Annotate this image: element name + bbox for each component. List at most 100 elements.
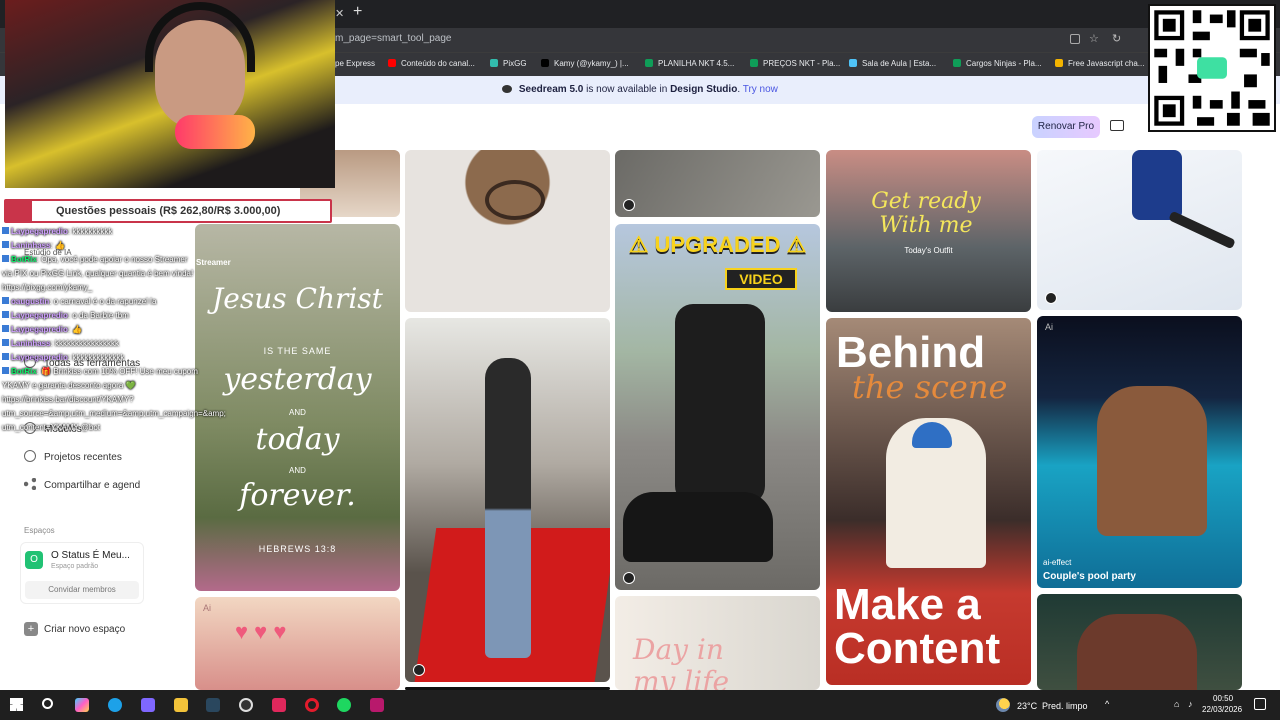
app-streamer-icon[interactable] (370, 698, 384, 712)
chat-message: Laypegapredio: o da Barbie tbm (2, 309, 242, 323)
sidebar-item-streamer[interactable]: Streamer (196, 258, 231, 267)
car-shape (623, 492, 773, 562)
chat-username: Laypegapredio (11, 227, 68, 236)
chat-text: via PIX ou PixGG Link, qualquer quantia … (2, 269, 194, 278)
chat-text: YKAMY e garanta desconto agora 💚 (2, 381, 136, 390)
try-now-link[interactable]: Try now (743, 84, 778, 95)
gallery-tile-floor[interactable] (615, 150, 820, 217)
notification-icon[interactable] (1254, 698, 1266, 710)
goal-progress-fill (6, 201, 32, 221)
chat-text: utm_content=YKAMY @bot (2, 423, 101, 432)
banner-place: Design Studio (670, 84, 738, 95)
hearts-icon: ♥ ♥ ♥ (235, 619, 287, 644)
bookmark-favicon-icon (388, 59, 396, 67)
screen-icon[interactable] (1110, 120, 1124, 131)
gallery-tile-glasses[interactable] (405, 150, 610, 312)
windows-start-icon[interactable] (10, 698, 23, 711)
bookmark-label: Sala de Aula | Esta... (862, 59, 937, 68)
discord-icon[interactable] (141, 698, 155, 712)
bookmark-label: Cargos Ninjas - Pla... (966, 59, 1042, 68)
copilot-icon[interactable] (75, 698, 89, 712)
bookmark-item[interactable]: Free Javascript cha... (1055, 59, 1144, 68)
sidebar-item-label: Compartilhar e agend (44, 480, 141, 491)
obs-icon[interactable] (239, 698, 253, 712)
close-tab-icon[interactable]: ✕ (335, 7, 344, 20)
network-icon[interactable]: ⌂ (1174, 699, 1179, 709)
new-tab-button[interactable]: + (353, 3, 362, 21)
gallery-tile-snow[interactable] (1037, 150, 1242, 310)
play-icon (413, 664, 425, 676)
opera-icon[interactable] (305, 698, 319, 712)
folder-icon[interactable] (174, 698, 188, 712)
reload-icon[interactable]: ↻ (1112, 32, 1121, 45)
gallery-tile-pool[interactable]: Ai ai-effect Couple's pool party (1037, 316, 1242, 588)
edge-icon[interactable] (108, 698, 122, 712)
glasses-shape (485, 180, 545, 220)
chat-username: Laypegapredio (11, 353, 68, 362)
microphone-shape (175, 115, 255, 149)
upgraded-label: UPGRADED (654, 232, 781, 257)
bookmark-favicon-icon (849, 59, 857, 67)
pool-tag: ai-effect (1043, 558, 1072, 567)
play-icon (623, 199, 635, 211)
gallery-tile-outfit[interactable]: Get ready With me Today's Outfit (826, 150, 1031, 312)
spotify-icon[interactable] (337, 698, 351, 712)
gallery-tile-dayinlife[interactable]: Day in my life (615, 596, 820, 690)
chat-badge-icon (2, 367, 9, 374)
chat-message: Laypegapredio: 👍 (2, 323, 242, 337)
bookmark-favicon-icon (541, 59, 549, 67)
bookmark-item[interactable]: PLANILHA NKT 4.5... (645, 59, 734, 68)
behind-l2: the scene (852, 368, 1008, 406)
clock-date[interactable]: 22/03/2026 (1202, 705, 1242, 714)
bookmark-item[interactable]: Cargos Ninjas - Pla... (953, 59, 1042, 68)
gallery-tile-robot[interactable]: ⚠ UPGRADED ⚠ VIDEO (615, 224, 820, 590)
invite-members-button[interactable]: Convidar membros (25, 581, 139, 599)
chat-badge-icon (2, 241, 9, 248)
bookmark-item[interactable]: Kamy (@ykamy_) |... (541, 59, 629, 68)
volume-icon[interactable]: ♪ (1188, 699, 1193, 709)
bookmark-item[interactable]: PixGG (490, 59, 527, 68)
dayin-title: Day in my life (633, 633, 730, 691)
ai-badge: Ai (203, 603, 212, 613)
new-space-button[interactable]: + Criar novo espaço (24, 622, 125, 636)
sidebar-item-share[interactable]: Compartilhar e agend (24, 478, 140, 491)
outfit-title: Get ready With me (871, 189, 981, 238)
upgraded-title: ⚠ UPGRADED ⚠ (628, 232, 807, 257)
chat-badge-icon (2, 353, 9, 360)
bookmark-favicon-icon (953, 59, 961, 67)
bookmark-item[interactable]: PREÇOS NKT - Pla... (750, 59, 840, 68)
chat-message: via PIX ou PixGG Link, qualquer quantia … (2, 267, 242, 281)
space-card[interactable]: O O Status É Meu... Espaço padrão Convid… (20, 542, 144, 604)
clock-time[interactable]: 00:50 (1213, 694, 1233, 703)
tray-arrow-icon[interactable]: ^ (1105, 699, 1109, 709)
chat-username: BotRix (11, 367, 37, 376)
bookmark-item[interactable]: Conteúdo do canal... (388, 59, 475, 68)
renovar-pro-button[interactable]: Renovar Pro (1032, 116, 1100, 138)
chat-message: utm_content=YKAMY @bot (2, 421, 242, 435)
star-icon[interactable]: ☆ (1089, 32, 1099, 45)
chat-text: : 👍 (50, 241, 65, 250)
banner-product: Seedream 5.0 (518, 84, 584, 95)
app-a-icon[interactable] (272, 698, 286, 712)
play-icon (623, 572, 635, 584)
sidebar-item-recent[interactable]: Projetos recentes (24, 450, 122, 463)
bookmark-favicon-icon (750, 59, 758, 67)
url-text[interactable]: m_page=smart_tool_page (335, 33, 451, 44)
banner-middle: is now available in (583, 84, 671, 95)
chat-text: : 👍 (67, 325, 83, 334)
bookmark-item[interactable]: Sala de Aula | Esta... (849, 59, 936, 68)
chat-text: utm_source=&amp;utm_medium=&amp;utm_camp… (2, 409, 226, 418)
steam-icon[interactable] (206, 698, 220, 712)
install-icon[interactable] (1070, 34, 1080, 44)
space-avatar: O (25, 551, 43, 569)
gallery-tile-redcarpet[interactable] (405, 318, 610, 682)
gallery-tile-couple[interactable] (1037, 594, 1242, 690)
gallery-tile-hearts[interactable]: Ai ♥ ♥ ♥ (195, 597, 400, 690)
outfit-sub: Today's Outfit (904, 246, 953, 255)
gallery-tile-behind[interactable]: Behind the scene Make a Content (826, 318, 1031, 685)
search-icon[interactable] (42, 698, 53, 709)
person-shape (485, 358, 531, 658)
couple-shape (1097, 386, 1207, 536)
streamer-webcam (5, 0, 335, 188)
chat-text: : kkkkkkkkkkkkk (67, 353, 125, 362)
